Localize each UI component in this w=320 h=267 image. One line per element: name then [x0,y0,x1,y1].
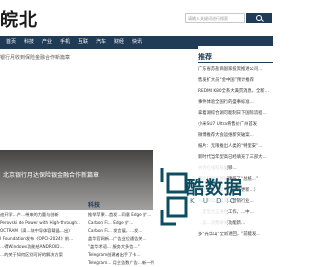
banner-image [0,150,153,210]
list-item[interactable]: 盖华官网新…广告业位通告关… [88,235,154,243]
nav-item-internet[interactable]: 互联 [78,36,88,49]
nav-item-home[interactable]: 首页 [6,36,16,49]
list-item[interactable]: “盖华术语… 服务大多信…” [88,243,154,251]
sidebar-item[interactable]: 售发扩大员“金中国”预计推荐 [198,76,273,85]
nav-item-tech[interactable]: 科技 [24,36,34,49]
search-input[interactable]: 请输入关键词进行搜索 [185,13,245,23]
list-item[interactable]: OCTRAM（滴…块中导体容载晶…出) [0,227,80,235]
sidebar-item[interactable]: 广东省苏盐商国家投资推进公司… [198,65,273,74]
featured-banner[interactable]: 北京银行月达保险银金融合作新篇章 [0,150,153,210]
section-label-tech[interactable]: 科技 [88,200,100,209]
sidebar-item[interactable]: 事件体验全国行的盛事标准… [198,98,273,107]
site-header: 皖北 请输入关键词进行搜索 [0,0,273,34]
nav-item-auto[interactable]: 汽车 [96,36,106,49]
list-item[interactable]: 迪开学…产…带来的力量与创新 [0,211,80,219]
sidebar-recommend: 推荐 广东省苏盐商国家投资推进公司… 售发扩大员“金中国”预计推荐 REDMI … [198,46,273,266]
list-item[interactable]: Telegram创建者出手了卡… [88,251,154,259]
sidebar-heading: 推荐 [198,53,212,61]
sidebar-item[interactable]: 报片：无限推出人类的“特里安”… [198,142,273,151]
site-logo[interactable]: 皖北 [0,6,38,32]
nav-item-industry[interactable]: 产业 [42,36,52,49]
sidebar-item[interactable]: REDMI K80全系大满贯消息，全新… [198,87,273,96]
banner-caption[interactable]: 北京银行月达保险银金融合作新篇章 [3,170,99,179]
list-item[interactable]: Carbon Fi… Edge 扩… [88,219,154,227]
list-item[interactable]: Carbon Fi… 发言展，…发… [88,227,154,235]
sidebar-item[interactable]: 拿着湖综合湖可能制日下国际流程… [198,109,273,118]
nav-item-news[interactable]: 快讯 [132,36,142,49]
search-icon-handle [261,19,264,22]
sidebar-item[interactable]: 微博推荐大会运维新突破案… [198,131,273,140]
nav-item-finance[interactable]: 财经 [114,36,124,49]
list-item[interactable]: …得Windows功能给ANDROID… [0,243,80,251]
nav-item-phone[interactable]: 手机 [60,36,70,49]
search-button[interactable] [246,13,272,23]
list-item[interactable]: …的关于如何区别可好的解决方案 [0,251,80,259]
list-item[interactable]: 推举苹果…首发…同意 Edge 扩… [88,211,154,219]
list-item[interactable]: I Foundation发布《OPCI-2024》前… [0,235,80,243]
breadcrumb[interactable]: 银行月收到保险金融合作新篇章 [0,54,70,61]
sidebar-item[interactable]: 小米SU7 Ultra将售价广州首发 [198,120,273,129]
list-item[interactable]: Perovski de Power with High-through… [0,219,80,227]
watermark-subtitle: K U D C [190,197,238,205]
sidebar-divider [198,62,273,63]
